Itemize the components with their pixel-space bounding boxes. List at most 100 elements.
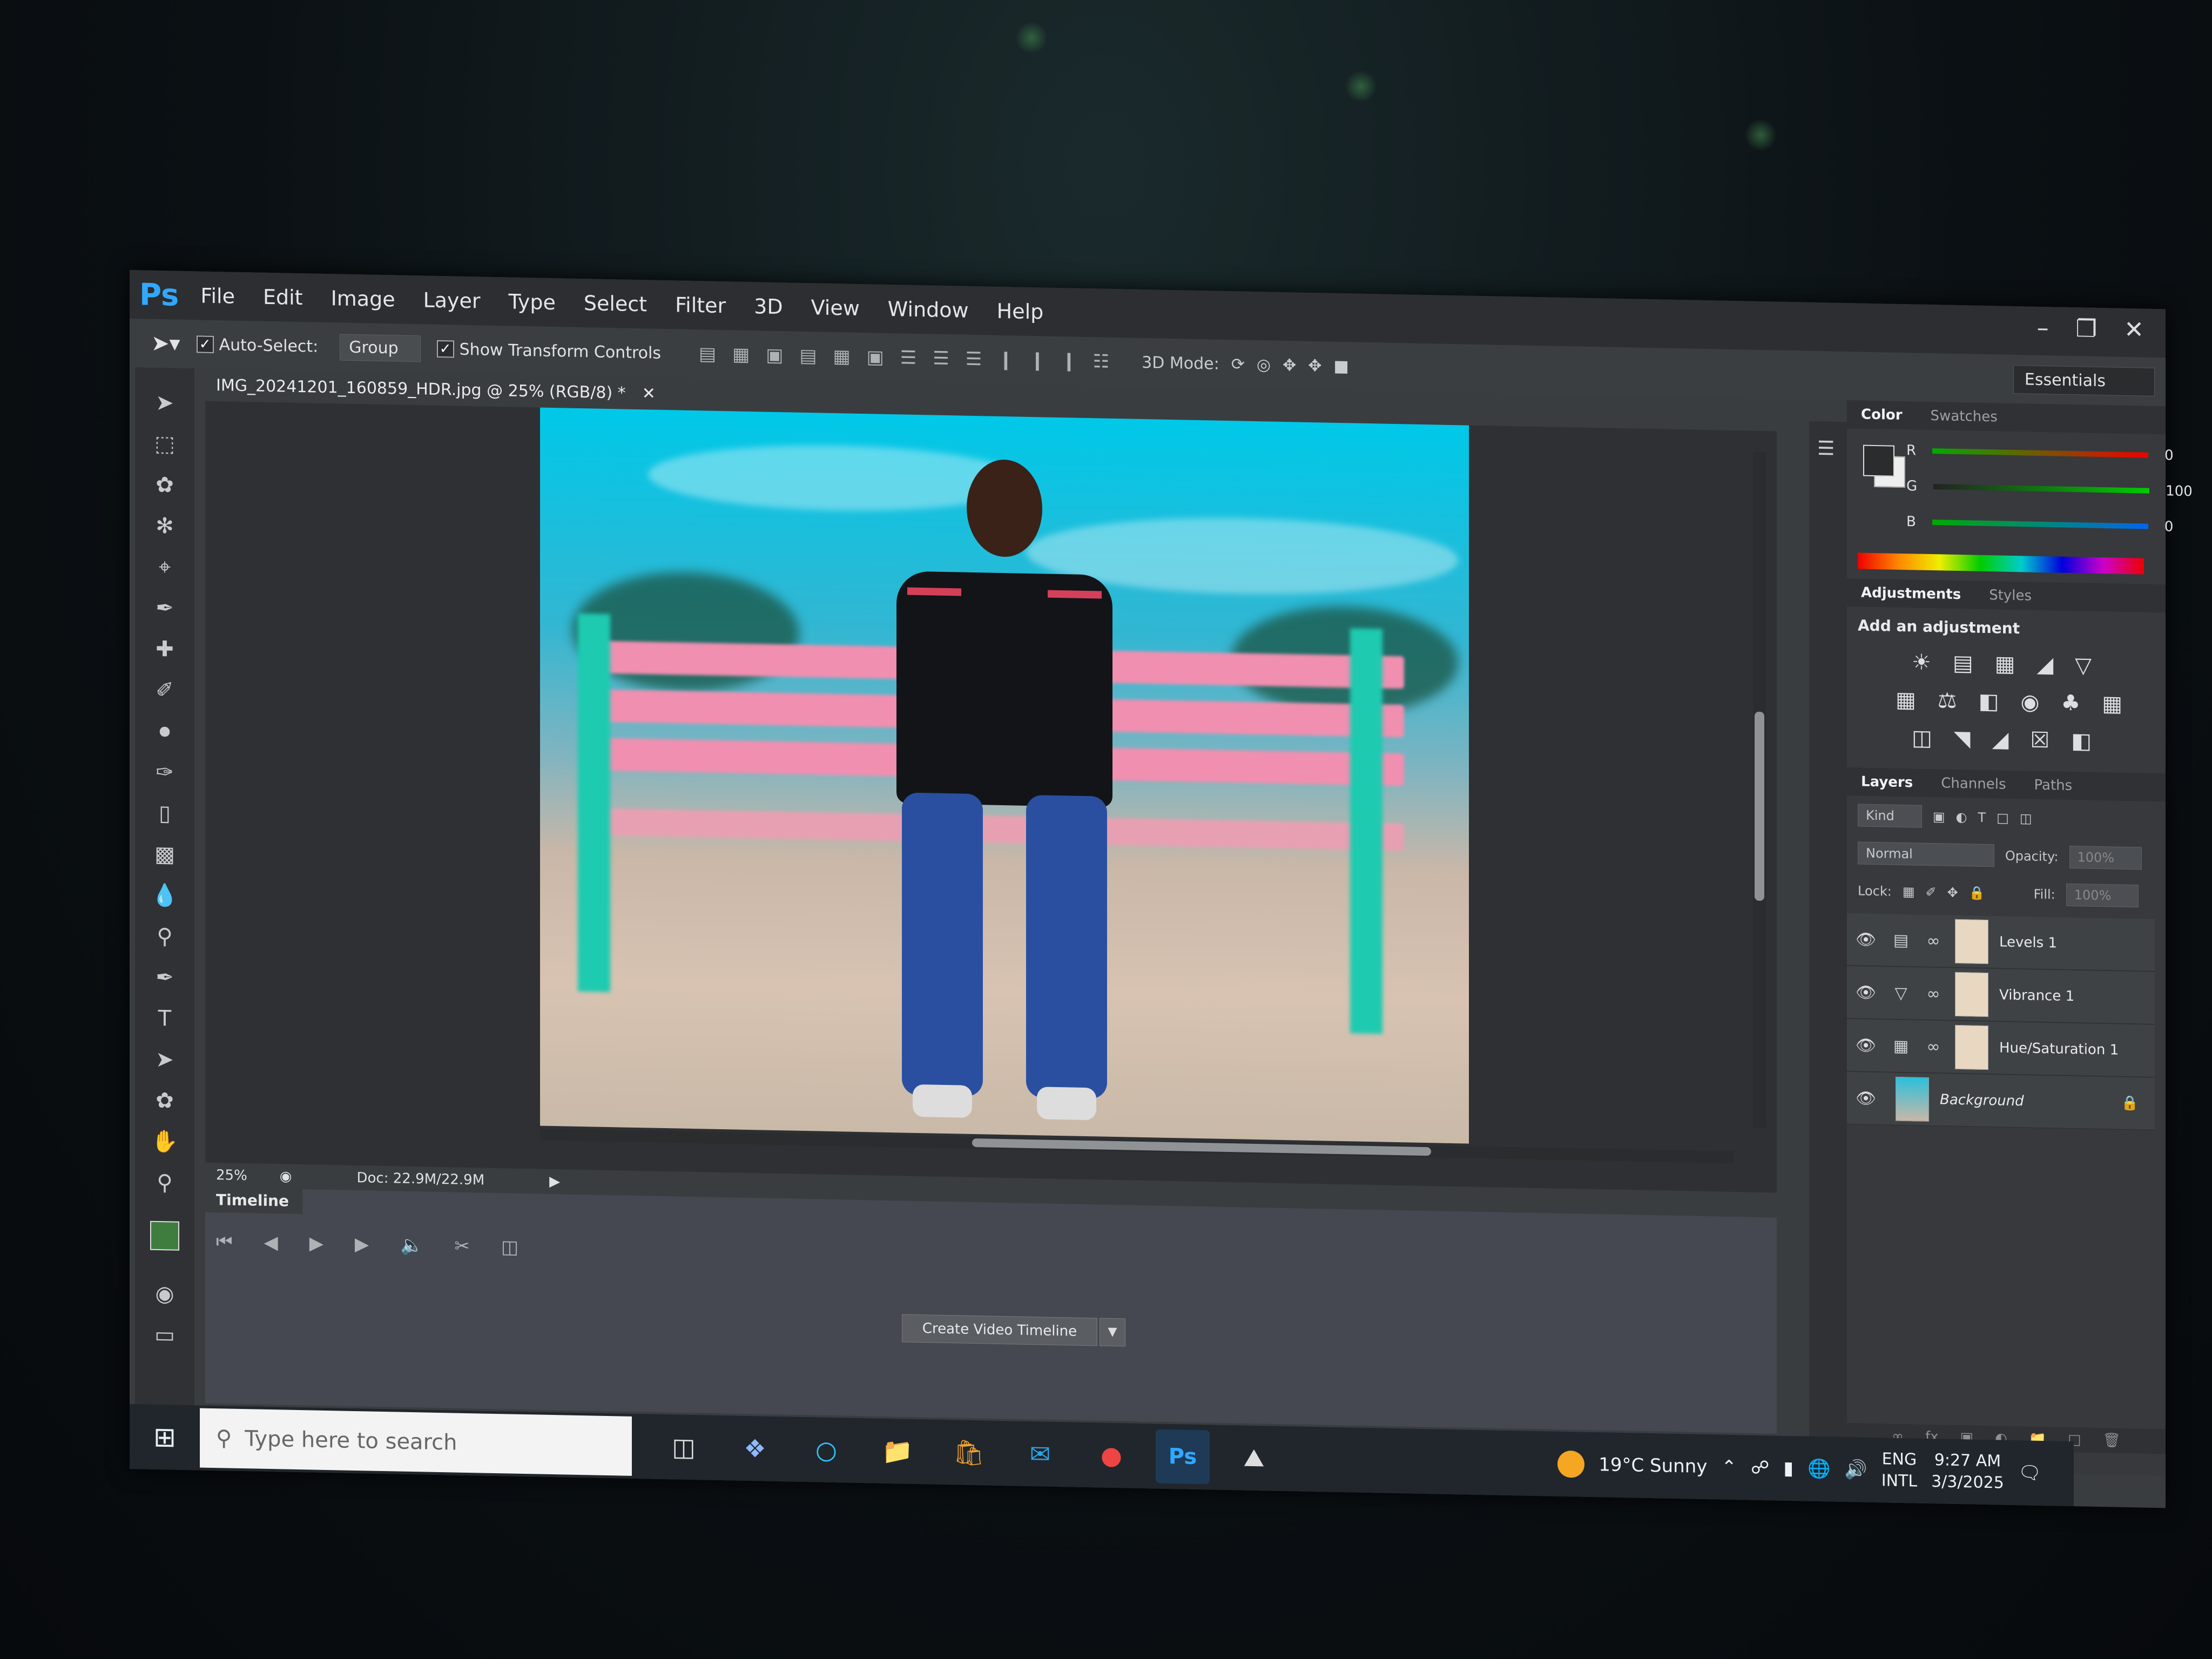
network-icon[interactable]: ☍ xyxy=(1751,1457,1769,1479)
quick-select-tool-icon[interactable]: ✻ xyxy=(146,512,184,540)
lock-transparent-icon[interactable]: ▦ xyxy=(1903,884,1915,899)
menu-type[interactable]: Type xyxy=(509,289,556,314)
distribute-hcenter-icon[interactable]: ❙ xyxy=(1030,349,1046,372)
auto-align-icon[interactable]: ☷ xyxy=(1093,350,1109,373)
blur-tool-icon[interactable]: 💧 xyxy=(146,882,184,909)
align-hcenter-icon[interactable]: ▦ xyxy=(833,346,850,368)
foreground-color-swatch[interactable] xyxy=(150,1220,195,1267)
edge-icon[interactable]: ○ xyxy=(799,1422,853,1478)
split-icon[interactable]: ✂ xyxy=(454,1236,470,1258)
distribute-right-icon[interactable]: ❙ xyxy=(1061,350,1077,372)
gradient-map-icon[interactable]: ◧ xyxy=(2071,729,2092,754)
close-icon[interactable]: ✕ xyxy=(2124,316,2144,344)
chevron-down-icon[interactable]: ▼ xyxy=(1100,1318,1125,1347)
brush-tool-icon[interactable]: ✐ xyxy=(146,677,184,704)
menu-help[interactable]: Help xyxy=(997,299,1044,324)
volume-icon[interactable]: 🔊 xyxy=(1844,1459,1867,1481)
orbit-3d-icon[interactable]: ⟳ xyxy=(1231,355,1245,374)
menu-view[interactable]: View xyxy=(811,295,860,320)
tab-paths[interactable]: Paths xyxy=(2020,777,2087,794)
filter-type-icon[interactable]: T xyxy=(1978,810,1986,825)
layer-row-levels[interactable]: 👁 ▤ ∞ Levels 1 xyxy=(1847,913,2155,972)
battery-icon[interactable]: ▮ xyxy=(1783,1458,1793,1479)
lasso-tool-icon[interactable]: ✿ xyxy=(146,471,184,499)
copilot-icon[interactable]: ❖ xyxy=(728,1421,782,1476)
photoshop-taskbar-icon[interactable]: Ps xyxy=(1156,1429,1210,1485)
quick-mask-icon[interactable]: ◉ xyxy=(146,1280,184,1308)
create-video-timeline-button[interactable]: Create Video Timeline xyxy=(902,1314,1097,1346)
layer-mask-thumbnail[interactable] xyxy=(1955,919,1988,965)
chrome-icon[interactable]: ● xyxy=(1084,1428,1138,1483)
gradient-tool-icon[interactable]: ▩ xyxy=(146,841,184,868)
layer-filter-kind[interactable]: Kind xyxy=(1858,804,1922,828)
weather-text[interactable]: 19°C Sunny xyxy=(1599,1454,1707,1478)
play-icon[interactable]: ▶ xyxy=(309,1232,323,1255)
first-frame-icon[interactable]: ⏮ xyxy=(216,1231,233,1253)
layer-row-hue-saturation[interactable]: 👁 ▦ ∞ Hue/Saturation 1 xyxy=(1847,1019,2155,1078)
layer-mask-thumbnail[interactable] xyxy=(1955,972,1988,1017)
align-top-icon[interactable]: ▤ xyxy=(699,343,716,365)
menu-select[interactable]: Select xyxy=(584,291,647,316)
auto-select-checkbox[interactable]: ✓ Auto-Select: xyxy=(196,335,318,356)
task-view-icon[interactable]: ◫ xyxy=(657,1420,711,1475)
workspace-switcher[interactable]: Essentials xyxy=(2013,365,2155,396)
color-slider-g[interactable]: G 100 xyxy=(1906,478,2193,500)
eye-icon[interactable]: 👁 xyxy=(1847,930,1885,949)
close-tab-icon[interactable]: ✕ xyxy=(642,384,656,403)
move-tool-icon[interactable]: ➤ xyxy=(146,389,184,417)
healing-brush-tool-icon[interactable]: ✚ xyxy=(146,636,184,663)
exposure-icon[interactable]: ◢ xyxy=(2036,652,2053,678)
chevron-up-icon[interactable]: ⌃ xyxy=(1721,1456,1737,1479)
screen-mode-icon[interactable]: ▭ xyxy=(146,1321,184,1349)
blend-mode-select[interactable]: Normal xyxy=(1858,841,1994,867)
align-left-icon[interactable]: ▤ xyxy=(799,345,817,367)
eyedropper-tool-icon[interactable]: ✒ xyxy=(146,595,184,622)
color-fg-swatch[interactable] xyxy=(1863,444,1894,477)
slide-3d-icon[interactable]: ✥ xyxy=(1308,356,1321,375)
menu-3d[interactable]: 3D xyxy=(754,294,783,319)
align-right-icon[interactable]: ▣ xyxy=(867,346,884,368)
auto-select-dropdown[interactable]: Group xyxy=(340,333,421,362)
curves-icon[interactable]: ▦ xyxy=(1995,651,2015,677)
layer-mask-thumbnail[interactable] xyxy=(1955,1024,1988,1070)
globe-icon[interactable]: 🌐 xyxy=(1808,1458,1830,1480)
delete-layer-icon[interactable]: 🗑 xyxy=(2103,1432,2121,1449)
photo-filter-icon[interactable]: ◉ xyxy=(2020,690,2039,715)
eye-icon[interactable]: 👁 xyxy=(1847,1089,1885,1108)
vertical-scroll-thumb[interactable] xyxy=(1755,711,1764,901)
shape-tool-icon[interactable]: ✿ xyxy=(146,1087,184,1115)
layer-row-background[interactable]: 👁 Background 🔒 xyxy=(1847,1072,2155,1131)
distribute-bottom-icon[interactable]: ☰ xyxy=(966,348,982,370)
hue-saturation-icon[interactable]: ▦ xyxy=(1896,687,1916,713)
black-white-icon[interactable]: ◧ xyxy=(1979,689,1999,714)
color-slider-b[interactable]: B 0 xyxy=(1906,514,2173,535)
invert-icon[interactable]: ◫ xyxy=(1912,725,1932,751)
layer-row-vibrance[interactable]: 👁 ▽ ∞ Vibrance 1 xyxy=(1847,966,2155,1025)
tab-color[interactable]: Color xyxy=(1847,406,1917,423)
tab-adjustments[interactable]: Adjustments xyxy=(1847,584,1975,603)
eraser-tool-icon[interactable]: ▯ xyxy=(146,800,184,827)
menu-image[interactable]: Image xyxy=(331,286,395,311)
vibrance-icon[interactable]: ▽ xyxy=(2075,653,2092,678)
move-tool-icon[interactable]: ➤▾ xyxy=(151,331,180,356)
path-select-tool-icon[interactable]: ➤ xyxy=(146,1046,184,1074)
transition-icon[interactable]: ◫ xyxy=(501,1236,518,1258)
distribute-vcenter-icon[interactable]: ☰ xyxy=(933,348,949,370)
lock-all-icon[interactable]: 🔒 xyxy=(1969,885,1985,901)
marquee-tool-icon[interactable]: ⬚ xyxy=(146,430,184,458)
opacity-input[interactable]: 100% xyxy=(2069,845,2142,870)
distribute-top-icon[interactable]: ☰ xyxy=(900,347,916,369)
roll-3d-icon[interactable]: ◎ xyxy=(1257,355,1271,375)
lock-position-icon[interactable]: ✥ xyxy=(1947,885,1958,900)
distribute-left-icon[interactable]: ❙ xyxy=(998,349,1014,371)
windows-start-icon[interactable]: ⊞ xyxy=(130,1421,200,1453)
vertical-scrollbar[interactable] xyxy=(1753,452,1766,1128)
filter-pixel-icon[interactable]: ▣ xyxy=(1933,809,1945,824)
minimize-icon[interactable]: – xyxy=(2037,314,2049,342)
posterize-icon[interactable]: ◥ xyxy=(1954,726,1971,752)
levels-icon[interactable]: ▤ xyxy=(1953,651,1973,676)
pen-tool-icon[interactable]: ✒ xyxy=(146,964,184,992)
outlook-icon[interactable]: ✉ xyxy=(1013,1426,1067,1481)
menu-file[interactable]: File xyxy=(200,284,235,308)
menu-filter[interactable]: Filter xyxy=(675,293,726,318)
